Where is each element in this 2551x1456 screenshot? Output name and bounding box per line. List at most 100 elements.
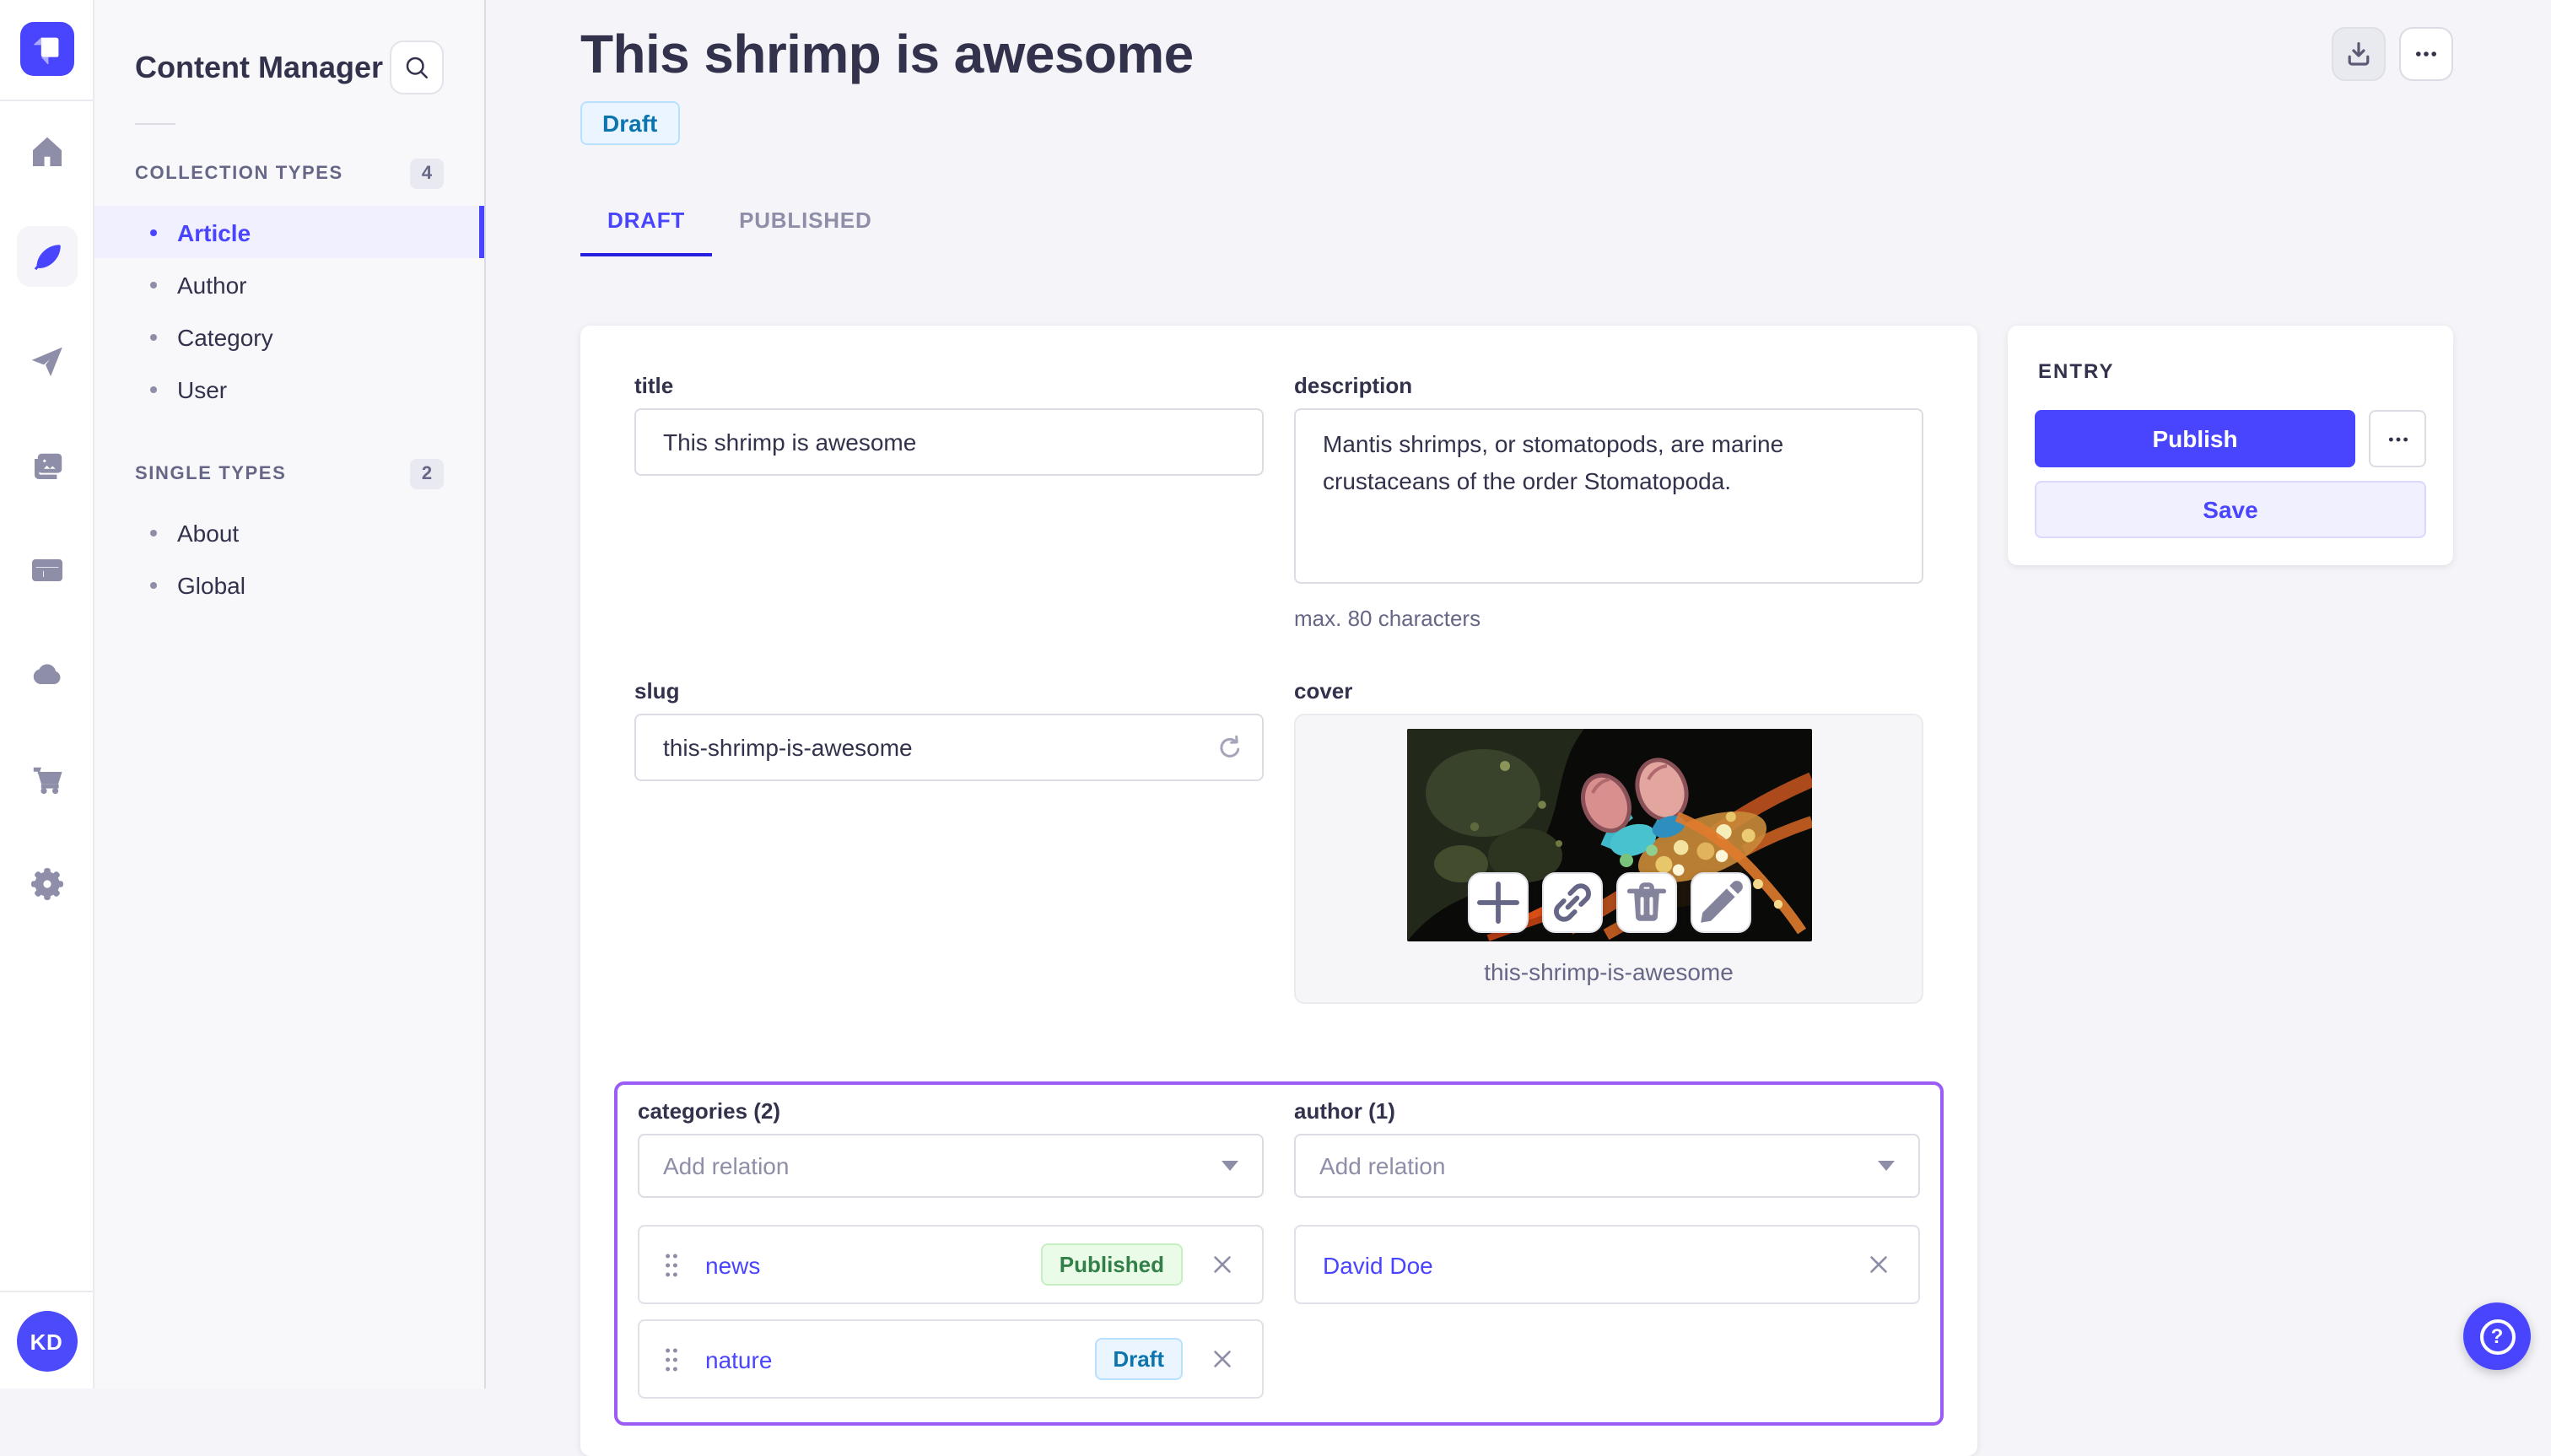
sidebar-item-label: Category: [177, 323, 273, 350]
description-field-label: description: [1294, 373, 1413, 398]
publish-button[interactable]: Publish: [2035, 410, 2355, 467]
sidebar-item-label: Global: [177, 571, 245, 598]
sidebar-item-article[interactable]: Article: [94, 206, 484, 258]
drag-handle-icon[interactable]: [660, 1342, 683, 1376]
help-button[interactable]: ?: [2463, 1302, 2531, 1370]
title-input[interactable]: [634, 408, 1264, 476]
subnav-title: Content Manager: [135, 50, 384, 84]
refresh-icon: [1220, 734, 1240, 757]
bullet-icon: [150, 386, 157, 392]
bullet-icon: [150, 529, 157, 536]
relation-row-david-doe: David Doe: [1294, 1225, 1920, 1304]
media-images-icon[interactable]: [16, 435, 77, 496]
field-author: author (1) Add relation David Doe: [1294, 1098, 1920, 1399]
collection-types-list: Article Author Category User: [94, 206, 484, 415]
plus-icon: [1476, 882, 1518, 924]
title-field-label: title: [634, 373, 674, 398]
collection-types-count: 4: [410, 159, 444, 189]
description-helper: max. 80 characters: [1294, 606, 1481, 631]
layout-icon[interactable]: [16, 540, 77, 601]
author-placeholder: Add relation: [1319, 1152, 1446, 1179]
categories-placeholder: Add relation: [663, 1152, 790, 1179]
cover-field-label: cover: [1294, 678, 1353, 704]
delete-media-button[interactable]: [1615, 872, 1676, 933]
relation-link[interactable]: nature: [705, 1345, 772, 1372]
save-button[interactable]: Save: [2035, 481, 2426, 538]
author-relation-list: David Doe: [1294, 1225, 1920, 1304]
field-categories: categories (2) Add relation news Publish…: [638, 1098, 1264, 1399]
relation-row-nature: nature Draft: [638, 1319, 1264, 1399]
tab-published[interactable]: PUBLISHED: [712, 194, 898, 256]
field-title: title: [634, 373, 1264, 631]
rail-bottom: KD: [0, 1291, 93, 1389]
author-add-relation-select[interactable]: Add relation: [1294, 1134, 1920, 1198]
rail-bottom-divider: [0, 1291, 93, 1292]
pencil-icon: [1700, 881, 1742, 923]
cart-icon[interactable]: [16, 749, 77, 810]
add-media-button[interactable]: [1467, 872, 1528, 933]
export-button[interactable]: [2332, 27, 2386, 81]
author-field-label: author (1): [1294, 1098, 1395, 1124]
collection-types-label: COLLECTION TYPES: [135, 164, 343, 184]
tab-draft[interactable]: DRAFT: [580, 194, 713, 256]
relation-status-badge: Published: [1040, 1243, 1183, 1286]
bullet-icon: [150, 281, 157, 288]
search-icon: [406, 57, 428, 78]
entry-panel-heading: ENTRY: [2038, 359, 2115, 383]
home-icon[interactable]: [16, 121, 77, 182]
categories-add-relation-select[interactable]: Add relation: [638, 1134, 1264, 1198]
feather-content-icon[interactable]: [16, 226, 77, 287]
download-icon: [2348, 42, 2370, 66]
user-avatar[interactable]: KD: [16, 1311, 77, 1372]
sidebar-item-user[interactable]: User: [94, 363, 484, 415]
cover-media-box: this-shrimp-is-awesome: [1294, 714, 1923, 1004]
slug-field-label: slug: [634, 678, 680, 704]
entry-form-card: title description Mantis shrimps, or sto…: [580, 326, 1977, 1456]
remove-relation-button[interactable]: [1206, 1248, 1238, 1281]
cloud-icon[interactable]: [16, 644, 77, 705]
chevron-down-icon: [1878, 1161, 1895, 1171]
send-icon[interactable]: [16, 331, 77, 391]
status-badge: Draft: [580, 101, 680, 145]
page-title: This shrimp is awesome: [580, 24, 1194, 84]
sidebar-item-label: About: [177, 519, 240, 546]
edit-media-button[interactable]: [1690, 872, 1750, 933]
chevron-down-icon: [1222, 1161, 1238, 1171]
description-textarea[interactable]: Mantis shrimps, or stomatopods, are mari…: [1294, 408, 1923, 584]
strapi-app: KD Content Manager COLLECTION TYPES 4 Ar…: [0, 0, 2551, 1456]
help-icon: ?: [2479, 1318, 2515, 1354]
categories-field-label: categories (2): [638, 1098, 781, 1124]
entry-panel: ENTRY Publish Save: [2008, 326, 2453, 565]
link-icon: [1553, 883, 1590, 922]
remove-relation-button[interactable]: [1206, 1343, 1238, 1375]
bullet-icon: [150, 229, 157, 235]
sidebar-item-label: Article: [177, 218, 251, 245]
copy-link-button[interactable]: [1541, 872, 1602, 933]
sidebar-item-author[interactable]: Author: [94, 258, 484, 310]
sidebar-item-global[interactable]: Global: [94, 558, 484, 611]
entry-more-button[interactable]: [2369, 410, 2426, 467]
more-options-button[interactable]: [2399, 27, 2453, 81]
relation-status-badge: Draft: [1094, 1338, 1183, 1380]
slug-input[interactable]: [634, 714, 1264, 781]
ellipsis-icon: [2387, 436, 2408, 441]
single-types-count: 2: [410, 459, 444, 489]
remove-relation-button[interactable]: [1863, 1248, 1895, 1281]
gear-icon[interactable]: [16, 854, 77, 914]
sidebar-item-category[interactable]: Category: [94, 310, 484, 363]
field-slug: slug: [634, 678, 1264, 1004]
header-actions: [2332, 24, 2453, 81]
search-button[interactable]: [390, 40, 444, 94]
single-types-list: About Global: [94, 506, 484, 611]
drag-handle-icon[interactable]: [660, 1248, 683, 1281]
relation-link[interactable]: David Doe: [1323, 1251, 1433, 1278]
close-icon: [1214, 1351, 1231, 1367]
field-cover: cover this-shrimp-is-awesome: [1294, 678, 1923, 1004]
sidebar-item-about[interactable]: About: [94, 506, 484, 558]
single-types-label: SINGLE TYPES: [135, 464, 287, 484]
rail-nav: [16, 101, 77, 914]
relation-row-news: news Published: [638, 1225, 1264, 1304]
regenerate-slug-button[interactable]: [1215, 714, 1243, 781]
relation-link[interactable]: news: [705, 1251, 760, 1278]
strapi-logo[interactable]: [19, 22, 73, 76]
